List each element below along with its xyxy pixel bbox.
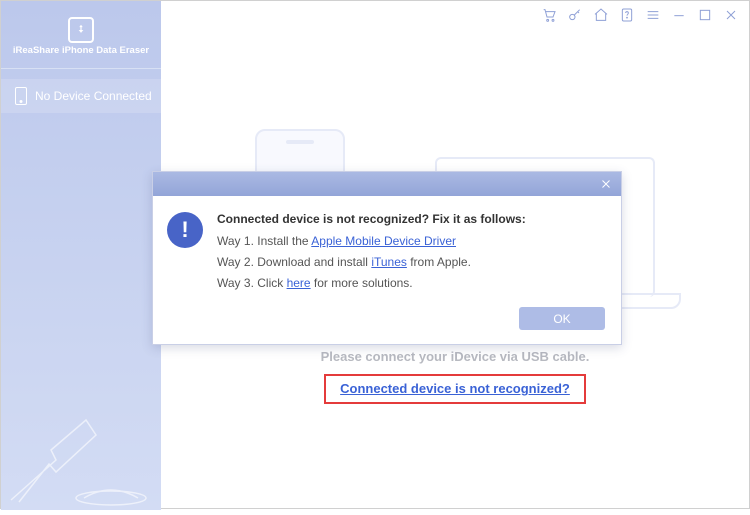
- way3-suffix: for more solutions.: [311, 276, 413, 290]
- exclamation-icon: !: [167, 212, 203, 248]
- brand-icon: [68, 17, 94, 43]
- sidebar-illustration: [1, 390, 161, 510]
- device-status-band: No Device Connected: [1, 79, 161, 113]
- dialog-way3: Way 3. Click here for more solutions.: [217, 276, 603, 290]
- way2-link[interactable]: iTunes: [371, 255, 407, 269]
- dialog-body: ! Connected device is not recognized? Fi…: [153, 196, 621, 307]
- not-recognized-link[interactable]: Connected device is not recognized?: [340, 381, 570, 396]
- dialog-close-icon[interactable]: [597, 175, 615, 193]
- phone-outline-icon: [15, 87, 27, 105]
- sidebar: iReaShare iPhone Data Eraser No Device C…: [1, 1, 161, 510]
- dialog-content: Connected device is not recognized? Fix …: [217, 212, 603, 297]
- dialog-way2: Way 2. Download and install iTunes from …: [217, 255, 603, 269]
- minimize-icon[interactable]: [671, 7, 687, 23]
- help-icon[interactable]: [619, 7, 635, 23]
- connect-prompt: Please connect your iDevice via USB cabl…: [161, 349, 749, 364]
- way1-text: Way 1. Install the: [217, 234, 311, 248]
- close-icon[interactable]: [723, 7, 739, 23]
- brand: iReaShare iPhone Data Eraser: [1, 1, 161, 69]
- way3-link[interactable]: here: [287, 276, 311, 290]
- dialog-titlebar[interactable]: [153, 172, 621, 196]
- fix-dialog: ! Connected device is not recognized? Fi…: [152, 171, 622, 345]
- app-title: iReaShare iPhone Data Eraser: [13, 45, 149, 56]
- connect-message: Please connect your iDevice via USB cabl…: [161, 349, 749, 404]
- device-status-text: No Device Connected: [35, 89, 152, 103]
- ok-button[interactable]: OK: [519, 307, 605, 330]
- dialog-title: Connected device is not recognized? Fix …: [217, 212, 603, 226]
- cart-icon[interactable]: [541, 7, 557, 23]
- way2-text: Way 2. Download and install: [217, 255, 371, 269]
- highlight-box: Connected device is not recognized?: [324, 374, 586, 404]
- menu-icon[interactable]: [645, 7, 661, 23]
- dialog-way1: Way 1. Install the Apple Mobile Device D…: [217, 234, 603, 248]
- way2-suffix: from Apple.: [407, 255, 471, 269]
- dialog-footer: OK: [153, 307, 621, 344]
- way1-link[interactable]: Apple Mobile Device Driver: [311, 234, 456, 248]
- key-icon[interactable]: [567, 7, 583, 23]
- maximize-icon[interactable]: [697, 7, 713, 23]
- way3-text: Way 3. Click: [217, 276, 287, 290]
- home-icon[interactable]: [593, 7, 609, 23]
